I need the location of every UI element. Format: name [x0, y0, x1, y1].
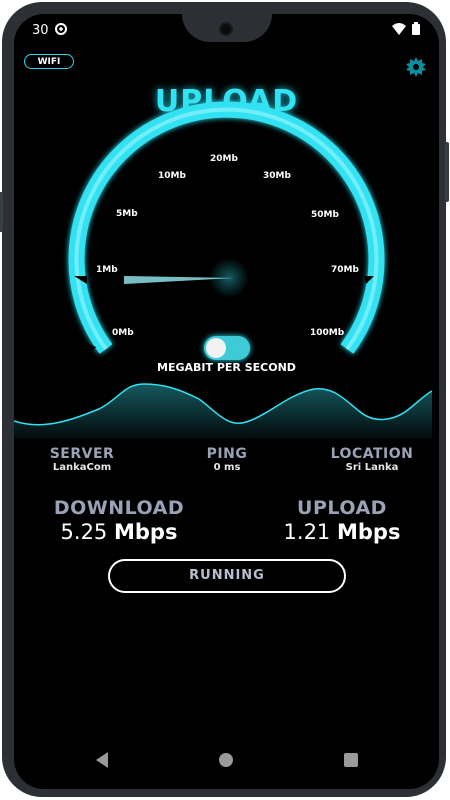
gauge-label-1: 1Mb	[96, 265, 118, 275]
navigation-bar	[14, 746, 439, 776]
upload-label: UPLOAD	[297, 497, 387, 519]
volume-button	[445, 142, 449, 202]
recent-apps-icon[interactable]	[344, 753, 358, 767]
download-label: DOWNLOAD	[53, 497, 185, 519]
download-value: 5.25 Mbps	[39, 520, 199, 544]
gauge-label-70: 70Mb	[331, 265, 359, 275]
server-value: LankaCom	[52, 462, 112, 473]
unit-label: MEGABIT PER SECOND	[157, 361, 296, 374]
app-screen: 30 WIFI UPLOAD 0Mb 1Mb 5Mb 10Mb 20Mb 30M…	[14, 14, 439, 789]
gauge-label-20: 20Mb	[210, 154, 238, 164]
gauge-arc	[68, 101, 385, 354]
gauge-label-10: 10Mb	[158, 171, 186, 181]
download-number: 5.25	[60, 520, 108, 544]
back-icon[interactable]	[96, 752, 108, 768]
power-button	[0, 192, 3, 232]
gauge-label-30: 30Mb	[263, 171, 291, 181]
running-button[interactable]: RUNNING	[108, 559, 346, 593]
unit-toggle[interactable]	[204, 336, 250, 360]
phone-frame: 30 WIFI UPLOAD 0Mb 1Mb 5Mb 10Mb 20Mb 30M…	[0, 2, 449, 797]
ping-value: 0 ms	[213, 462, 241, 473]
server-label: SERVER	[49, 446, 115, 462]
ping-label: PING	[206, 446, 248, 462]
speed-wave	[14, 383, 433, 439]
location-label: LOCATION	[330, 446, 414, 462]
gauge-label-0: 0Mb	[112, 328, 134, 338]
upload-number: 1.21	[283, 520, 331, 544]
gauge-label-100: 100Mb	[310, 328, 345, 338]
upload-value: 1.21 Mbps	[262, 520, 422, 544]
upload-unit: Mbps	[336, 520, 401, 544]
gauge-label-5: 5Mb	[116, 209, 138, 219]
speed-gauge	[68, 101, 385, 354]
download-unit: Mbps	[113, 520, 178, 544]
home-icon[interactable]	[219, 753, 233, 767]
gauge-label-50: 50Mb	[311, 210, 339, 220]
location-value: Sri Lanka	[345, 462, 399, 473]
toggle-knob	[206, 338, 226, 358]
